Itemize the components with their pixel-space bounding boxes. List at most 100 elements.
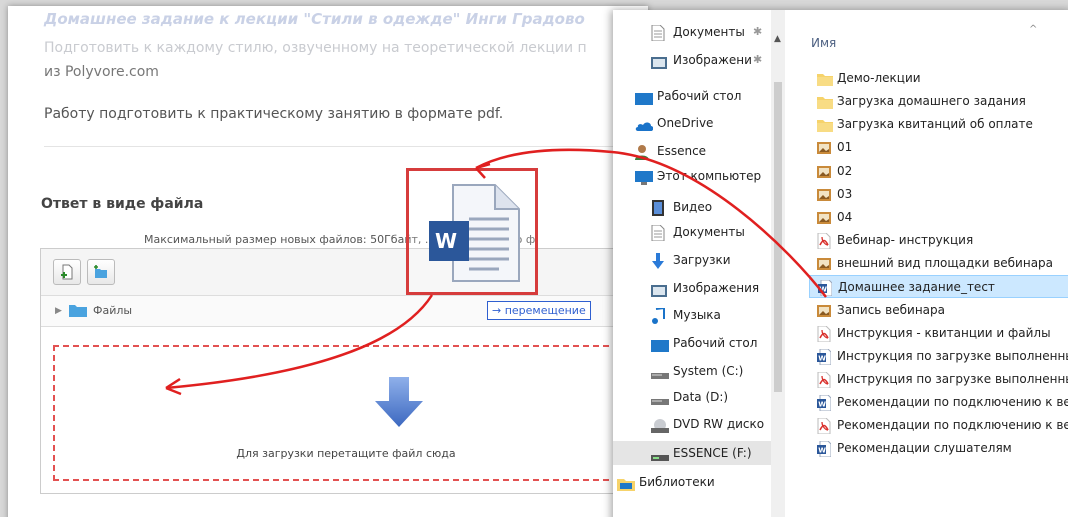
folder-icon: [817, 117, 833, 136]
nav-item[interactable]: Рабочий стол: [613, 84, 771, 108]
assignment-description-line: Работу подготовить к практическому занят…: [44, 106, 504, 122]
video-icon: [651, 200, 665, 219]
column-header-name[interactable]: Имя: [811, 36, 836, 50]
create-folder-button[interactable]: [87, 259, 115, 285]
nav-item[interactable]: Этот компьютер: [613, 164, 771, 188]
image-file-icon: [817, 140, 831, 159]
file-row-selected[interactable]: W Домашнее задание_тест: [809, 275, 1068, 299]
sort-chevron-icon[interactable]: ^: [1029, 24, 1037, 35]
file-row[interactable]: 03: [809, 183, 1068, 206]
drop-zone-text: Для загрузки перетащите файл сюда: [236, 447, 456, 460]
word-file-icon: W: [817, 348, 832, 368]
pdf-file-icon: [817, 232, 831, 252]
file-name: Загрузка домашнего задания: [837, 94, 1026, 109]
file-row[interactable]: внешний вид площадки вебинара: [809, 252, 1068, 275]
folder-icon: [817, 71, 833, 90]
word-file-icon: W: [817, 348, 832, 366]
drop-zone[interactable]: Для загрузки перетащите файл сюда: [53, 345, 639, 481]
computer-icon: [635, 171, 653, 185]
file-row[interactable]: W Рекомендации по подключению к ве: [809, 391, 1068, 414]
nav-item-label: Рабочий стол: [657, 89, 742, 103]
file-name: Запись вебинара: [837, 302, 945, 317]
file-row[interactable]: W Инструкция по загрузке выполненны: [809, 345, 1068, 368]
nav-item[interactable]: Музыка: [613, 303, 771, 327]
nav-item[interactable]: Документы: [613, 220, 771, 244]
file-row[interactable]: Загрузка домашнего задания: [809, 90, 1068, 113]
file-row[interactable]: Загрузка квитанций об оплате: [809, 113, 1068, 136]
svg-text:W: W: [818, 401, 826, 409]
library-icon: [617, 479, 635, 491]
library-icon: [617, 475, 635, 494]
document-icon: [651, 24, 665, 42]
nav-item-label: ESSENCE (F:): [673, 446, 752, 460]
nav-item[interactable]: DVD RW диско: [613, 412, 771, 436]
scroll-up-icon[interactable]: ▲: [774, 34, 781, 44]
file-row[interactable]: Вебинар- инструкция: [809, 229, 1068, 252]
file-name: Домашнее задание_тест: [838, 280, 995, 295]
word-file-icon: W: [818, 279, 833, 297]
file-row[interactable]: Демо-лекции: [809, 67, 1068, 90]
file-name: Рекомендации слушателям: [837, 441, 1012, 456]
file-explorer-window: Документы ✱ Изображени ✱ Рабочий стол OneDriv…: [613, 10, 1068, 517]
nav-item[interactable]: Essence: [613, 139, 771, 163]
drive-icon: [651, 390, 669, 409]
nav-item[interactable]: Загрузки: [613, 248, 771, 272]
file-row[interactable]: W Рекомендации слушателям: [809, 437, 1068, 460]
file-name: Загрузка квитанций об оплате: [837, 117, 1033, 132]
pdf-file-icon: [817, 371, 831, 391]
nav-item[interactable]: System (C:): [613, 359, 771, 383]
nav-item[interactable]: ESSENCE (F:): [613, 441, 771, 465]
nav-item-label: Изображени: [673, 53, 752, 67]
file-row[interactable]: 04: [809, 206, 1068, 229]
document-icon: [651, 224, 665, 244]
images-icon: [651, 281, 667, 300]
nav-item-label: OneDrive: [657, 116, 714, 130]
scrollbar-thumb[interactable]: [774, 82, 782, 392]
file-name: Рекомендации по подключению к ве: [837, 395, 1068, 410]
navigation-scrollbar[interactable]: ▲: [771, 10, 785, 517]
pdf-file-icon: [817, 417, 831, 435]
image-file-icon: [817, 304, 831, 317]
file-row[interactable]: Рекомендации по подключению к ве: [809, 414, 1068, 437]
nav-item[interactable]: Рабочий стол: [613, 331, 771, 355]
nav-item[interactable]: Data (D:): [613, 385, 771, 409]
move-cursor-badge: → перемещение: [487, 301, 591, 320]
file-row[interactable]: 02: [809, 160, 1068, 183]
word-file-icon: W: [817, 440, 832, 460]
image-file-icon: [817, 142, 831, 155]
files-folder-label[interactable]: Файлы: [93, 304, 132, 317]
create-folder-icon: [94, 265, 107, 278]
file-row[interactable]: Запись вебинара: [809, 299, 1068, 322]
computer-icon: [635, 169, 653, 188]
assignment-title: Домашнее задание к лекции "Стили в одежд…: [44, 10, 585, 28]
nav-item[interactable]: Видео: [613, 195, 771, 219]
expand-triangle-icon[interactable]: ▶: [55, 306, 62, 316]
file-row[interactable]: Инструкция - квитанции и файлы: [809, 322, 1068, 345]
nav-item[interactable]: Библиотеки: [613, 470, 771, 494]
nav-item[interactable]: Документы ✱: [613, 20, 771, 44]
nav-item-label: Музыка: [673, 308, 721, 322]
add-file-button[interactable]: [53, 259, 81, 285]
file-row[interactable]: 01: [809, 136, 1068, 159]
desktop-icon: [651, 336, 669, 355]
music-icon: [651, 306, 665, 327]
add-file-icon: [61, 264, 73, 280]
word-letter: W: [435, 229, 458, 253]
nav-item[interactable]: Изображени ✱: [613, 48, 771, 72]
folder-icon: [69, 305, 87, 317]
nav-item-label: Рабочий стол: [673, 336, 758, 350]
navigation-pane: Документы ✱ Изображени ✱ Рабочий стол OneDriv…: [613, 10, 771, 517]
user-icon: [635, 145, 649, 160]
desktop-icon: [651, 340, 669, 352]
nav-item[interactable]: OneDrive: [613, 111, 771, 135]
file-name: 01: [837, 140, 853, 155]
desktop-icon: [635, 93, 653, 105]
pdf-file-icon: [817, 232, 831, 250]
images-icon: [651, 53, 667, 72]
pin-icon: ✱: [753, 25, 763, 38]
file-row[interactable]: Инструкция по загрузке выполненны: [809, 368, 1068, 391]
file-name: 04: [837, 209, 853, 224]
nav-item[interactable]: Изображения: [613, 276, 771, 300]
word-file-icon: W: [818, 279, 833, 297]
onedrive-icon: [635, 122, 654, 131]
